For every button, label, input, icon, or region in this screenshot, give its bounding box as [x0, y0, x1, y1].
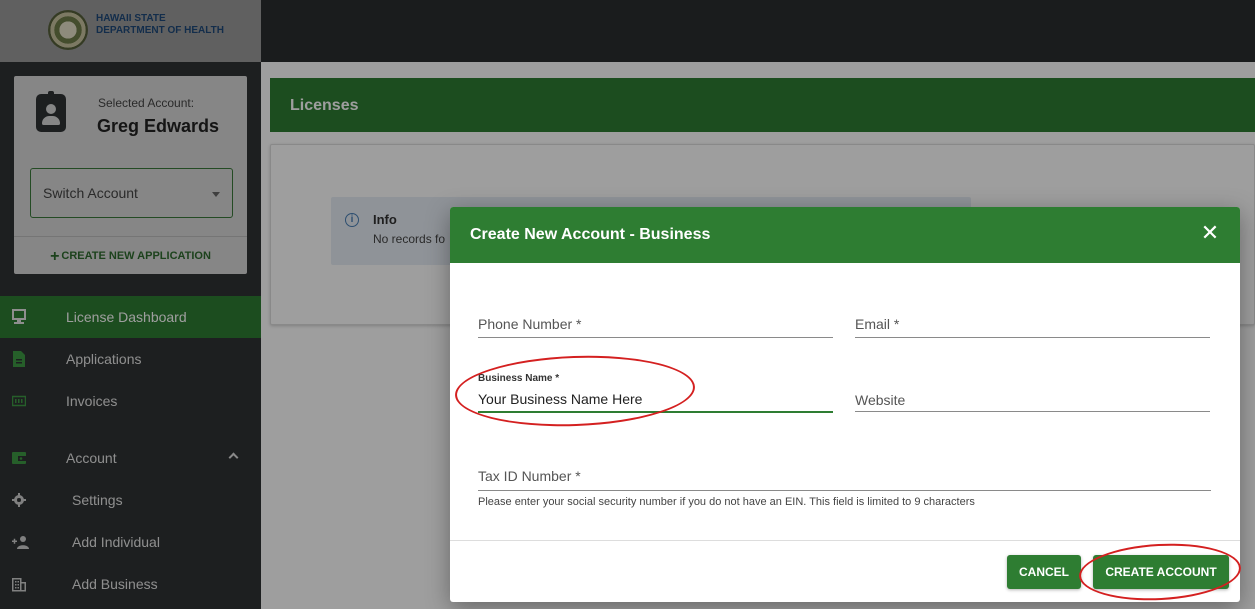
website-label: Website [855, 392, 906, 408]
tax-id-underline [478, 490, 1211, 491]
dialog-divider [450, 540, 1240, 541]
phone-number-field[interactable]: Phone Number * [478, 313, 833, 339]
tax-id-label: Tax ID Number * [478, 468, 581, 484]
email-underline [855, 337, 1210, 338]
phone-number-label: Phone Number * [478, 316, 582, 332]
cancel-button[interactable]: CANCEL [1007, 555, 1081, 589]
tax-id-field[interactable]: Tax ID Number * [478, 466, 1211, 492]
website-field[interactable]: Website [855, 373, 1210, 413]
close-icon[interactable]: ✕ [1198, 221, 1222, 245]
phone-number-underline [478, 337, 833, 338]
website-underline [855, 411, 1210, 412]
dialog-title: Create New Account - Business [470, 226, 711, 243]
tax-id-hint: Please enter your social security number… [478, 496, 975, 508]
email-field[interactable]: Email * [855, 313, 1210, 339]
email-label: Email * [855, 316, 900, 332]
dialog-header: Create New Account - Business ✕ [450, 207, 1240, 263]
